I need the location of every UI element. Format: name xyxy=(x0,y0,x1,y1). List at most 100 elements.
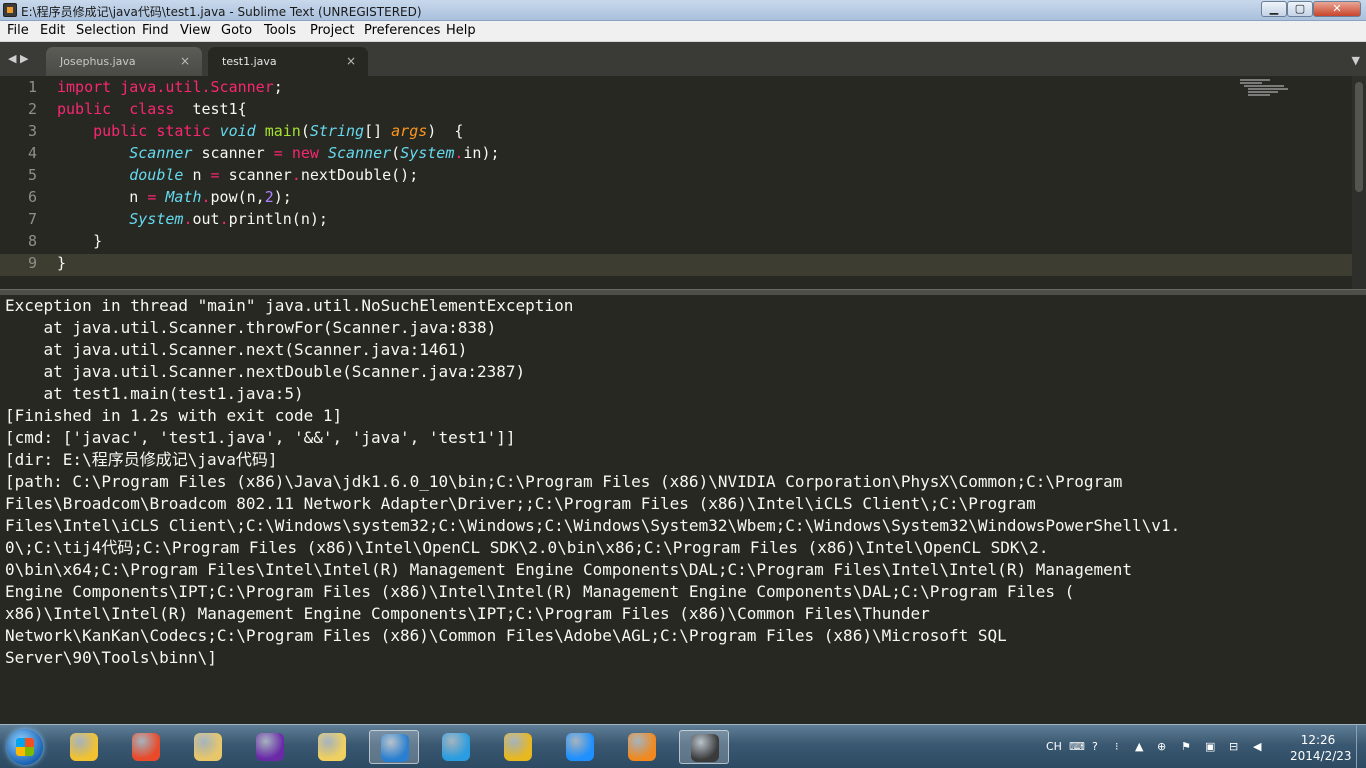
screenshot-app-icon[interactable] xyxy=(183,730,233,764)
clock-date: 2014/2/23 xyxy=(1290,749,1352,763)
menu-find[interactable]: Find xyxy=(142,23,169,38)
code-line[interactable]: import java.util.Scanner; xyxy=(57,76,283,98)
menu-tools[interactable]: Tools xyxy=(264,23,296,38)
e-browser-app-icon[interactable] xyxy=(493,730,543,764)
sublime-text-app-icon[interactable] xyxy=(679,730,729,764)
clock-time: 12:26 xyxy=(1300,733,1336,747)
minimap[interactable] xyxy=(1240,79,1300,97)
line-number: 2 xyxy=(27,100,37,118)
media-swirl-app-icon[interactable] xyxy=(245,730,295,764)
output-line: Server\90\Tools\binn\] xyxy=(5,648,217,667)
close-button[interactable]: ✕ xyxy=(1313,1,1361,17)
line-number: 5 xyxy=(27,166,37,184)
code-token: 2 xyxy=(264,188,274,206)
build-output-panel[interactable]: Exception in thread "main" java.util.NoS… xyxy=(0,295,1366,724)
add-icon[interactable]: ⊕ xyxy=(1157,740,1166,753)
tab-test1-java[interactable]: test1.java × xyxy=(208,47,368,76)
menu-selection[interactable]: Selection xyxy=(76,23,136,38)
sogou-app-icon[interactable] xyxy=(369,730,419,764)
code-line[interactable]: } xyxy=(57,230,102,252)
output-line: x86)\Intel\Intel(R) Management Engine Co… xyxy=(5,604,930,623)
output-line: [dir: E:\程序员修成记\java代码] xyxy=(5,450,278,469)
menu-preferences[interactable]: Preferences xyxy=(364,23,440,38)
code-token: Math xyxy=(165,188,202,206)
flag-icon[interactable]: ⚑ xyxy=(1181,740,1191,753)
start-button[interactable] xyxy=(7,729,43,765)
tray-menu-icon[interactable]: ⁝ xyxy=(1115,740,1119,753)
paint-app-icon[interactable] xyxy=(121,730,171,764)
output-line: Exception in thread "main" java.util.NoS… xyxy=(5,296,574,315)
search-magnifier-app-icon[interactable] xyxy=(307,730,357,764)
tab-close-icon[interactable]: × xyxy=(346,54,356,68)
code-token: pow(n, xyxy=(210,188,265,206)
menu-help[interactable]: Help xyxy=(446,23,476,38)
code-line[interactable]: Scanner scanner = new Scanner(System.in)… xyxy=(57,142,499,164)
code-token: out xyxy=(192,210,220,228)
menu-view[interactable]: View xyxy=(180,23,211,38)
volume-icon[interactable]: ◀ xyxy=(1253,740,1261,753)
code-line[interactable]: double n = scanner.nextDouble(); xyxy=(57,164,418,186)
editor-scrollbar[interactable] xyxy=(1352,76,1366,289)
code-token: test1{ xyxy=(174,100,247,118)
show-desktop-button[interactable] xyxy=(1356,725,1366,768)
player-app-icon[interactable] xyxy=(555,730,605,764)
code-token: Scanner xyxy=(129,144,193,162)
code-token: . xyxy=(291,166,301,184)
code-token: . xyxy=(201,188,211,206)
tab-bar: ◀ ▶ Josephus.java × test1.java × ▼ xyxy=(0,42,1366,76)
windows-taskbar: CH ⌨ ? ⁝ ▲ ⊕ ⚑ ▣ ⊟ ◀ 12:26 2014/2/23 xyxy=(0,724,1366,768)
line-number: 8 xyxy=(27,232,37,250)
code-line[interactable]: System.out.println(n); xyxy=(57,208,328,230)
network-icon[interactable]: ⊟ xyxy=(1229,740,1238,753)
tab-josephus-java[interactable]: Josephus.java × xyxy=(46,47,202,76)
help-icon[interactable]: ? xyxy=(1092,740,1098,753)
current-line-highlight xyxy=(0,254,1352,276)
code-token: = xyxy=(147,188,157,206)
maximize-button[interactable]: ▢ xyxy=(1287,1,1313,17)
code-token: public xyxy=(93,122,148,140)
window-title-bar[interactable]: E:\程序员修成记\java代码\test1.java - Sublime Te… xyxy=(0,0,1366,21)
code-editor[interactable]: 1 2 3 4 5 6 7 8 9 import java.util.Scann… xyxy=(0,76,1366,289)
menu-edit[interactable]: Edit xyxy=(40,23,65,38)
tab-close-icon[interactable]: × xyxy=(180,54,190,68)
code-token: java.util.Scanner xyxy=(120,78,274,96)
code-token: new xyxy=(291,144,319,162)
code-line[interactable]: public class test1{ xyxy=(57,98,247,120)
code-line[interactable]: } xyxy=(57,252,66,274)
tab-scroll-arrows[interactable]: ◀ ▶ xyxy=(8,52,28,65)
tab-list-dropdown-icon[interactable]: ▼ xyxy=(1352,54,1360,67)
code-token: nextDouble(); xyxy=(300,166,419,184)
keyboard-icon[interactable]: ⌨ xyxy=(1069,740,1085,753)
code-line[interactable]: n = Math.pow(n,2); xyxy=(57,186,292,208)
system-clock[interactable]: 12:26 2014/2/23 xyxy=(1290,732,1352,764)
scrollbar-thumb[interactable] xyxy=(1355,82,1363,192)
menu-project[interactable]: Project xyxy=(310,23,354,38)
menu-bar: File Edit Selection Find View Goto Tools… xyxy=(0,21,1366,42)
line-number: 7 xyxy=(27,210,37,228)
show-hidden-icons-icon[interactable]: ▲ xyxy=(1135,740,1143,753)
cloud-app-icon[interactable] xyxy=(431,730,481,764)
output-line: Engine Components\IPT;C:\Program Files (… xyxy=(5,582,1075,601)
output-line: Files\Broadcom\Broadcom 802.11 Network A… xyxy=(5,494,1036,513)
kankan-app-icon[interactable] xyxy=(617,730,667,764)
input-language-indicator[interactable]: CH xyxy=(1046,740,1062,753)
output-line: [Finished in 1.2s with exit code 1] xyxy=(5,406,343,425)
tab-label: test1.java xyxy=(222,55,277,68)
pinwheel-app-icon[interactable] xyxy=(59,730,109,764)
device-icon[interactable]: ▣ xyxy=(1205,740,1215,753)
code-token: main xyxy=(264,122,301,140)
code-token: n xyxy=(57,188,148,206)
minimize-button[interactable]: ▁ xyxy=(1261,1,1287,17)
menu-goto[interactable]: Goto xyxy=(221,23,252,38)
code-token: n xyxy=(183,166,211,184)
code-line[interactable]: public static void main(String[] args) { xyxy=(57,120,463,142)
menu-file[interactable]: File xyxy=(7,23,29,38)
code-token: println(n); xyxy=(228,210,328,228)
code-token: System xyxy=(129,210,184,228)
code-token: double xyxy=(129,166,184,184)
